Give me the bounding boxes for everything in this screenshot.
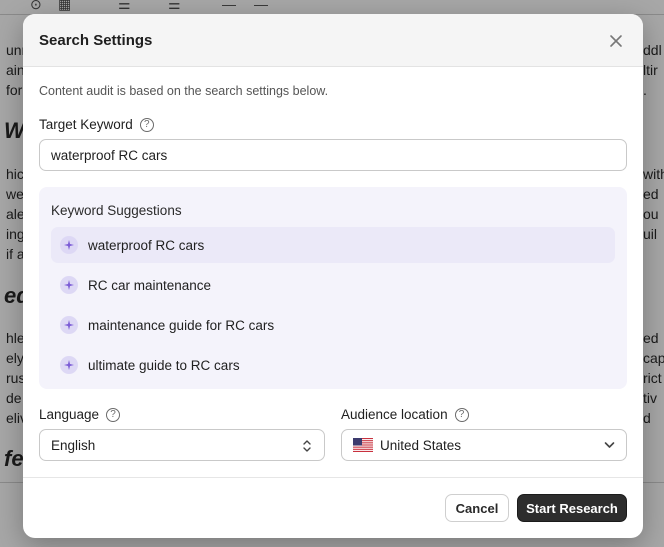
target-keyword-label: Target Keyword ? <box>39 117 154 132</box>
close-icon <box>610 35 622 47</box>
sparkle-icon <box>60 276 78 294</box>
bg-text: ddl <box>643 42 662 58</box>
suggestion-item[interactable]: waterproof RC cars <box>51 227 615 263</box>
target-keyword-label-text: Target Keyword <box>39 117 133 132</box>
suggestion-label: maintenance guide for RC cars <box>88 317 275 333</box>
language-label: Language ? <box>39 407 121 422</box>
modal-title: Search Settings <box>39 32 153 49</box>
close-button[interactable] <box>604 29 628 53</box>
bg-text: hle <box>6 330 25 346</box>
language-select[interactable]: English <box>39 429 325 461</box>
suggestion-label: RC car maintenance <box>88 277 212 293</box>
help-icon[interactable]: ? <box>139 117 154 132</box>
help-icon[interactable]: ? <box>454 407 469 422</box>
bg-text: ed <box>643 186 659 202</box>
modal-description: Content audit is based on the search set… <box>39 84 329 98</box>
bg-text: ed <box>643 330 659 346</box>
bg-text: ou <box>643 206 659 222</box>
search-settings-modal: Search Settings Content audit is based o… <box>23 14 643 538</box>
bg-text: cap <box>643 350 664 366</box>
keyword-suggestions-panel: Keyword Suggestions waterproof RC cars R… <box>39 187 627 389</box>
sparkle-icon <box>60 356 78 374</box>
sparkle-icon <box>60 316 78 334</box>
bg-heading: fe <box>4 446 24 471</box>
audience-location-label-text: Audience location <box>341 407 448 422</box>
bg-text: for <box>6 82 23 98</box>
suggestion-item[interactable]: ultimate guide to RC cars <box>51 347 615 383</box>
bg-text: d <box>643 410 651 426</box>
suggestion-label: waterproof RC cars <box>88 237 205 253</box>
toolbar-icon: ▦ <box>58 0 72 12</box>
bg-text: ing <box>6 226 25 242</box>
help-icon[interactable]: ? <box>106 407 121 422</box>
bg-text: de <box>6 390 22 406</box>
bg-text: with <box>643 166 664 182</box>
modal-footer-divider <box>23 477 643 478</box>
chevron-down-icon <box>604 442 615 448</box>
keyword-suggestions-title: Keyword Suggestions <box>51 203 182 218</box>
us-flag-icon <box>353 438 373 452</box>
background-toolbar: ⊙ ▦ ☰ ☰ — — <box>0 0 664 15</box>
bg-text: uil <box>643 226 658 242</box>
bg-text: rict <box>643 370 662 386</box>
toolbar-icon: ☰ <box>168 0 181 12</box>
suggestion-item[interactable]: maintenance guide for RC cars <box>51 307 615 343</box>
audience-location-value: United States <box>380 438 462 453</box>
sparkle-icon <box>60 236 78 254</box>
language-value: English <box>51 438 96 453</box>
bg-text: ale <box>6 206 25 222</box>
bg-text: tiv <box>643 390 657 406</box>
audience-location-label: Audience location ? <box>341 407 469 422</box>
cancel-button[interactable]: Cancel <box>445 494 509 522</box>
toolbar-icon: ☰ <box>118 0 131 12</box>
start-research-button[interactable]: Start Research <box>517 494 627 522</box>
suggestion-item[interactable]: RC car maintenance <box>51 267 615 303</box>
toolbar-icon: — <box>222 0 236 12</box>
audience-location-select[interactable]: United States <box>341 429 627 461</box>
bg-text: . <box>643 82 647 98</box>
target-keyword-input[interactable] <box>39 139 627 171</box>
suggestion-label: ultimate guide to RC cars <box>88 357 240 373</box>
bg-text: ely <box>6 350 24 366</box>
bg-text: if a <box>6 246 25 262</box>
bg-text: ltir <box>643 62 658 78</box>
toolbar-icon: ⊙ <box>30 0 42 12</box>
modal-header: Search Settings <box>23 14 643 67</box>
language-label-text: Language <box>39 407 100 422</box>
toolbar-icon: — <box>254 0 268 12</box>
updown-chevron-icon <box>303 440 311 452</box>
